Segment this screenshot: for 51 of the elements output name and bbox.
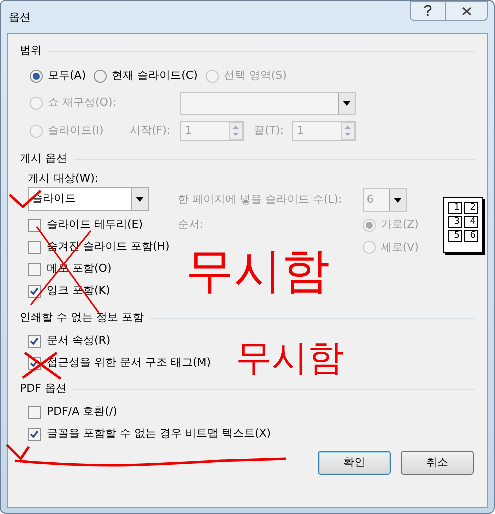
checkmark-icon	[30, 430, 39, 438]
radio-button[interactable]	[30, 70, 43, 82]
radio-label: 현재 슬라이드(C)	[112, 68, 198, 84]
help-button[interactable]	[410, 1, 446, 21]
dropdown-arrow-icon	[343, 100, 351, 106]
dropdown-arrow-icon	[136, 196, 144, 202]
order-label: 순서:	[178, 217, 205, 233]
close-button[interactable]	[446, 1, 488, 21]
preview-slide: 2	[464, 202, 478, 214]
preview-slide: 6	[464, 230, 478, 242]
custom-show-dropdown[interactable]	[180, 92, 356, 114]
radio-label: 모두(A)	[48, 68, 86, 84]
dialog-button[interactable]: 확인	[318, 451, 391, 475]
handwritten-note: 무시함	[186, 247, 330, 295]
radio-label: 가로(Z)	[380, 217, 419, 233]
preview-slide: 4	[464, 216, 478, 228]
handwritten-note: 무시함	[236, 341, 344, 377]
help-icon	[423, 5, 433, 17]
dropdown-arrow-icon	[394, 198, 402, 202]
checkmark-icon	[30, 358, 39, 368]
checkmark-icon	[30, 336, 39, 346]
spinner-arrows-icon	[341, 122, 355, 140]
section-heading: PDF 옵션	[20, 380, 67, 397]
checkbox-label: 문서 속성(R)	[47, 332, 111, 349]
section-heading: 인쇄할 수 없는 정보 포함	[20, 310, 144, 326]
checkbox-label: 슬라이드 테두리(E)	[47, 216, 144, 233]
slides-per-page-label: 한 페이지에 넣을 슬라이드 수(L):	[178, 192, 344, 208]
dialog-button[interactable]: 취소	[401, 451, 474, 475]
preview-slide: 5	[448, 230, 462, 242]
checkbox[interactable]	[28, 428, 41, 440]
spinner-arrows-icon	[229, 122, 243, 140]
publish-target-label: 게시 대상(W):	[28, 171, 100, 187]
window-title: 옵션	[9, 10, 31, 26]
radio-label: 세로(V)	[380, 240, 419, 256]
close-icon	[462, 6, 472, 16]
checkmark-icon	[30, 286, 39, 296]
radio-label: 슬라이드(I)	[48, 122, 104, 139]
radio-label: 선택 영역(S)	[224, 68, 287, 84]
checkbox-label: 글꼴을 포함할 수 없는 경우 비트맵 텍스트(X)	[47, 426, 272, 442]
checkbox-label: 접근성을 위한 문서 구조 태그(M)	[47, 354, 212, 371]
checkbox[interactable]	[28, 406, 41, 418]
preview-slide: 1	[448, 202, 462, 214]
radio-label: 쇼 재구성(O):	[48, 94, 116, 111]
section-heading: 게시 옵션	[20, 150, 68, 167]
preview-slide: 3	[448, 216, 462, 228]
checkbox[interactable]	[28, 334, 41, 348]
start-label: 시작(F):	[130, 122, 172, 139]
radio-button[interactable]	[94, 70, 108, 82]
checkbox-label: PDF/A 호환(/)	[47, 404, 118, 420]
end-label: 끝(T):	[253, 122, 286, 139]
section-heading: 범위	[20, 42, 42, 59]
